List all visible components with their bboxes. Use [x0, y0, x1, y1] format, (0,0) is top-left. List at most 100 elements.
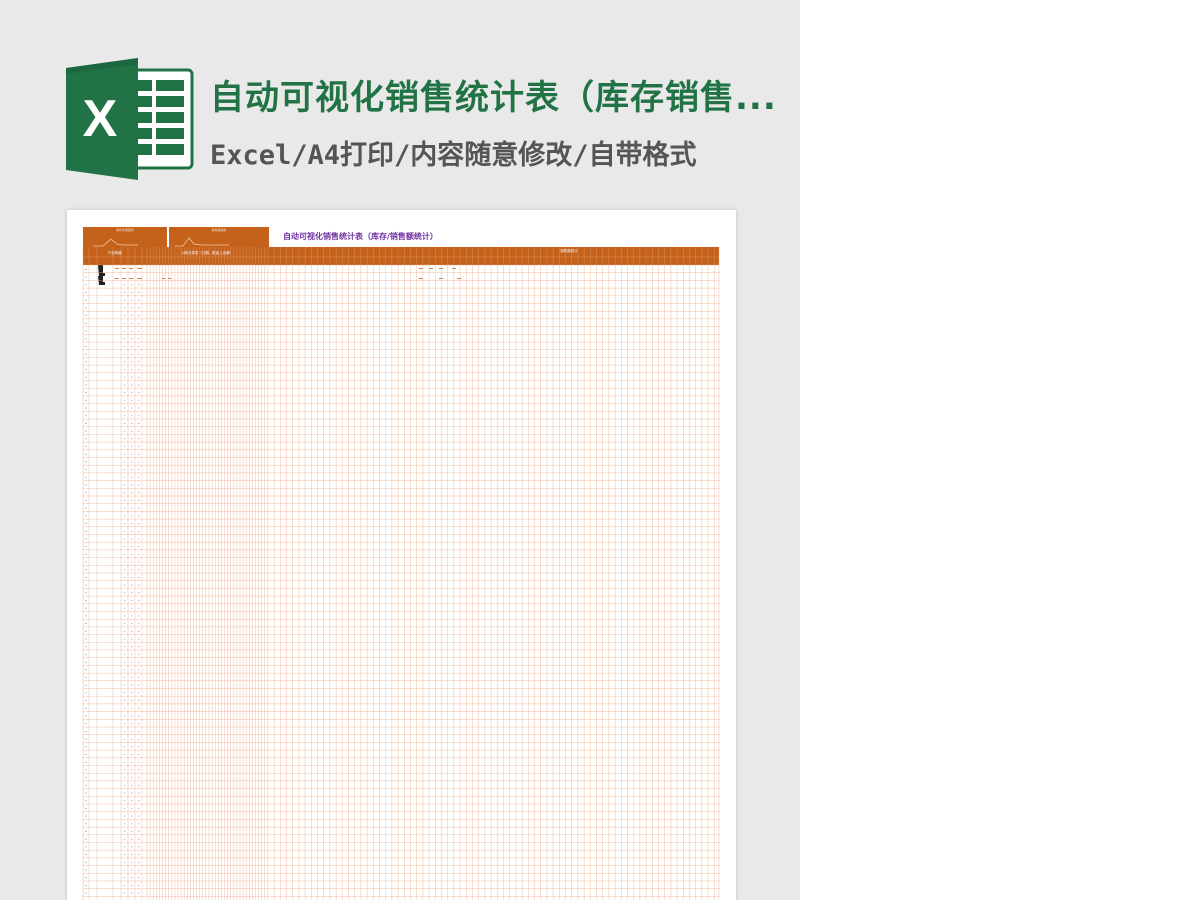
cell-mark [124, 469, 126, 470]
cell-mark [131, 615, 133, 617]
row-mark [85, 761, 87, 763]
cell-mark [124, 800, 126, 802]
cell-mark [138, 299, 140, 301]
cell-mark [131, 800, 133, 802]
row-mark [85, 692, 87, 694]
cell-mark [131, 569, 133, 571]
cell-mark [131, 392, 133, 393]
cell-mark [138, 669, 140, 671]
cell-mark [138, 376, 140, 378]
cell-mark [131, 584, 133, 586]
cell-mark [131, 399, 133, 401]
cell-mark [131, 646, 133, 648]
cell-mark [124, 854, 126, 855]
cell-mark [124, 492, 126, 494]
row-mark [85, 376, 87, 378]
row-mark [85, 661, 87, 663]
cell-mark [131, 707, 133, 709]
cell-mark [131, 346, 133, 347]
cell-mark [131, 869, 133, 871]
cell-mark [138, 515, 140, 517]
cell-mark [138, 561, 140, 563]
row-mark [85, 623, 87, 624]
row-mark [85, 515, 87, 517]
row-mark [85, 392, 87, 393]
row-mark [85, 299, 87, 301]
cell-mark [131, 577, 133, 578]
cell-mark [124, 484, 126, 486]
cell-mark [131, 815, 133, 817]
cell-mark [131, 369, 133, 370]
cell-mark [124, 792, 126, 794]
row-mark [85, 523, 87, 524]
cell-mark [138, 500, 140, 501]
cell-mark [131, 754, 133, 755]
cell-mark [124, 738, 126, 740]
cell-mark [138, 723, 140, 725]
cell-mark [124, 322, 126, 324]
row-mark [85, 346, 87, 347]
row-mark [85, 784, 87, 786]
row-mark [85, 877, 87, 879]
cell-mark [124, 646, 126, 648]
grid-lines [82, 247, 720, 900]
row-mark [85, 492, 87, 494]
cell-mark [138, 607, 140, 609]
row-mark [85, 600, 87, 601]
row-mark [85, 838, 87, 840]
row-mark [85, 846, 87, 848]
cell-mark [124, 638, 126, 640]
cell-mark [124, 731, 126, 732]
cell-mark [131, 407, 133, 409]
cell-mark [138, 407, 140, 409]
cell-mark [124, 838, 126, 840]
row-mark [85, 831, 87, 832]
cell-mark [131, 338, 133, 340]
cell-mark [138, 746, 140, 748]
cell-mark [124, 523, 126, 524]
row-mark [85, 746, 87, 748]
row-mark [85, 553, 87, 555]
cell-mark [138, 777, 140, 778]
cell-mark [138, 292, 140, 293]
page-subtitle: Excel/A4打印/内容随意修改/自带格式 [210, 140, 697, 171]
cell-mark [131, 469, 133, 470]
cell-mark [138, 453, 140, 455]
cell-mark [124, 553, 126, 555]
product-image [98, 265, 105, 285]
cell-mark [138, 307, 140, 309]
cell-mark [138, 438, 140, 440]
cell-mark [131, 515, 133, 517]
row-mark [85, 423, 87, 424]
cell-mark [131, 738, 133, 740]
cell-mark [124, 892, 126, 894]
page-title: 自动可视化销售统计表（库存销售... [210, 78, 777, 118]
cell-mark [131, 361, 133, 363]
cell-mark [131, 607, 133, 609]
cell-mark [124, 292, 126, 293]
cell-mark [124, 507, 126, 509]
cell-mark [131, 476, 133, 478]
row-mark [85, 399, 87, 401]
row-mark [85, 284, 87, 286]
cell-mark [138, 538, 140, 540]
row-mark [85, 646, 87, 648]
cell-mark [131, 353, 133, 355]
row-mark [85, 315, 87, 316]
cell-mark [138, 353, 140, 355]
cell-mark [124, 453, 126, 455]
cell-mark [131, 530, 133, 532]
cell-mark [124, 569, 126, 571]
row-mark [85, 638, 87, 640]
row-mark [85, 615, 87, 617]
cell-mark [124, 361, 126, 363]
cell-mark [124, 592, 126, 594]
row-mark [85, 823, 87, 825]
cell-mark [131, 376, 133, 378]
cell-mark [138, 846, 140, 848]
cell-mark [131, 792, 133, 794]
spreadsheet-grid: 产品明细 入库记录表（日期、数量入品牌） 销售额统计 [82, 247, 720, 900]
row-mark [85, 700, 87, 701]
row-mark [85, 630, 87, 632]
header-block-label: 销售额统计 [560, 248, 578, 253]
